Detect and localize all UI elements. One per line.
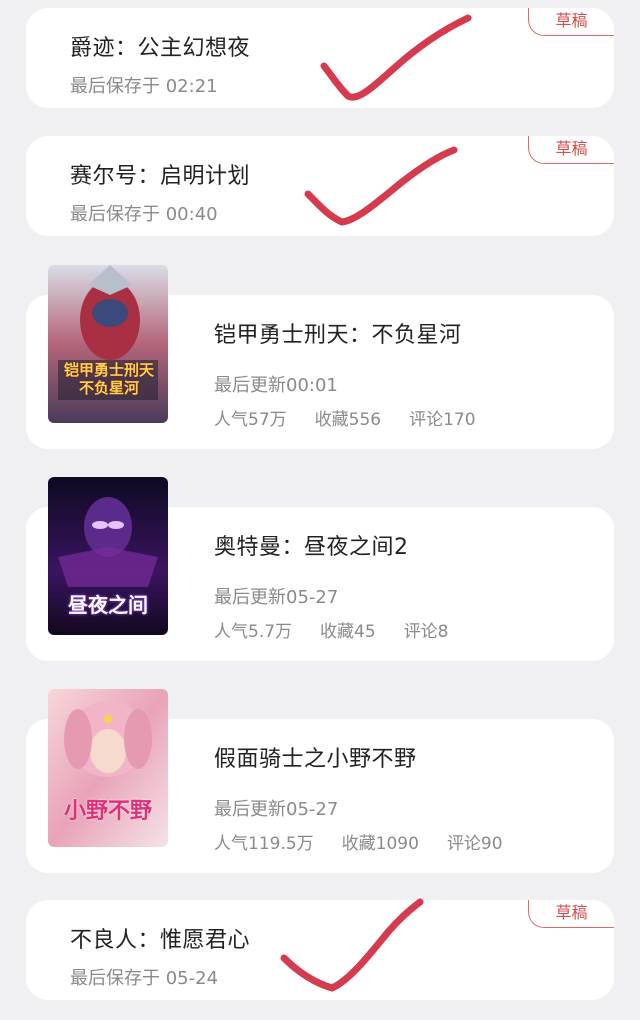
draft-title: 爵迹：公主幻想夜 xyxy=(70,36,251,61)
draft-badge: 草稿 xyxy=(528,136,614,164)
popularity-count: 人气5.7万 xyxy=(214,622,293,642)
book-updated: 最后更新05-27 xyxy=(214,587,339,608)
book-cover-text: 小野不野 xyxy=(63,799,152,824)
favorites-count: 收藏45 xyxy=(320,622,376,642)
book-cover-art xyxy=(48,265,168,423)
favorites-count: 收藏556 xyxy=(314,410,382,430)
draft-badge: 草稿 xyxy=(528,900,614,928)
favorites-count: 收藏1090 xyxy=(341,834,419,854)
book-stats: 人气57万 收藏556 评论170 xyxy=(214,405,504,430)
draft-saved-time: 最后保存于 02:21 xyxy=(70,76,218,97)
book-updated: 最后更新05-27 xyxy=(214,799,339,820)
book-cover-text: 昼夜之间 xyxy=(68,593,148,617)
draft-card[interactable]: 草稿 不良人：惟愿君心 最后保存于 05-24 xyxy=(26,900,614,1000)
book-updated: 最后更新00:01 xyxy=(214,375,338,396)
book-cover-text: 铠甲勇士刑天 不负星河 xyxy=(63,361,154,397)
book-cover[interactable]: 铠甲勇士刑天 不负星河 xyxy=(48,265,168,423)
book-cover[interactable]: 昼夜之间 xyxy=(48,477,168,635)
book-cover[interactable]: 小野不野 xyxy=(48,689,168,847)
comments-count: 评论8 xyxy=(403,622,449,642)
book-stats: 人气5.7万 收藏45 评论8 xyxy=(214,617,477,642)
draft-title: 不良人：惟愿君心 xyxy=(70,928,251,953)
book-title: 铠甲勇士刑天：不负星河 xyxy=(214,323,462,348)
draft-saved-time: 最后保存于 05-24 xyxy=(70,968,219,989)
book-title: 奥特曼：昼夜之间2 xyxy=(214,535,409,560)
book-title: 假面骑士之小野不野 xyxy=(214,747,417,772)
comments-count: 评论170 xyxy=(409,410,476,430)
popularity-count: 人气119.5万 xyxy=(214,834,314,854)
draft-card[interactable]: 草稿 赛尔号：启明计划 最后保存于 00:40 xyxy=(26,136,614,236)
popularity-count: 人气57万 xyxy=(214,410,287,430)
book-stats: 人气119.5万 收藏1090 评论90 xyxy=(214,829,531,854)
draft-card[interactable]: 草稿 爵迹：公主幻想夜 最后保存于 02:21 xyxy=(26,8,614,108)
draft-badge: 草稿 xyxy=(528,8,614,36)
comments-count: 评论90 xyxy=(446,834,503,854)
draft-saved-time: 最后保存于 00:40 xyxy=(70,204,218,225)
draft-title: 赛尔号：启明计划 xyxy=(70,164,251,189)
